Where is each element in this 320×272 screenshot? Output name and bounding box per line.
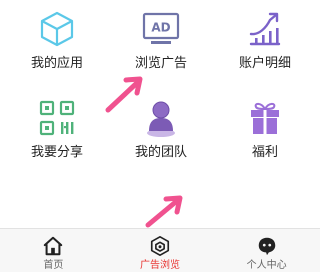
menu-item-label: 福利 (251, 145, 278, 160)
tab-profile[interactable]: 个人中心 (213, 229, 320, 272)
home-icon (44, 236, 63, 256)
ad-monitor-icon: AD (142, 12, 180, 44)
menu-item-label: 浏览广告 (134, 56, 187, 71)
tab-label: 个人中心 (246, 260, 287, 271)
growth-chart-icon (249, 12, 281, 46)
profile-icon (258, 237, 275, 256)
menu-item-label: 我的团队 (134, 145, 187, 160)
ad-browse-icon (150, 236, 170, 256)
ad-icon-text: AD (151, 21, 170, 35)
tab-ad-browse[interactable]: 广告浏览 (107, 229, 214, 272)
menu-item-label: 我要分享 (30, 145, 83, 160)
cube-icon (40, 11, 74, 47)
bottom-tab-bar: 首页 广告浏览 个人中心 (0, 228, 320, 272)
gift-icon (251, 102, 279, 134)
qr-code-icon (39, 100, 75, 136)
menu-item-label: 账户明细 (238, 56, 291, 71)
tab-home[interactable]: 首页 (0, 229, 107, 272)
menu-item-my-apps[interactable]: 我的应用 (4, 9, 110, 79)
menu-item-browse-ads[interactable]: AD 浏览广告 (108, 9, 214, 79)
feature-grid: 我的应用 AD 浏览广告 账户明细 我要分享 我的团队 福利 (0, 0, 320, 228)
tab-label: 广告浏览 (140, 260, 180, 271)
menu-item-label: 我的应用 (30, 56, 83, 71)
menu-item-welfare[interactable]: 福利 (212, 98, 318, 168)
menu-item-share[interactable]: 我要分享 (4, 98, 110, 168)
tab-label: 首页 (43, 260, 64, 271)
team-icon (147, 101, 175, 137)
menu-item-my-team[interactable]: 我的团队 (108, 98, 214, 168)
menu-item-account-details[interactable]: 账户明细 (212, 9, 318, 79)
